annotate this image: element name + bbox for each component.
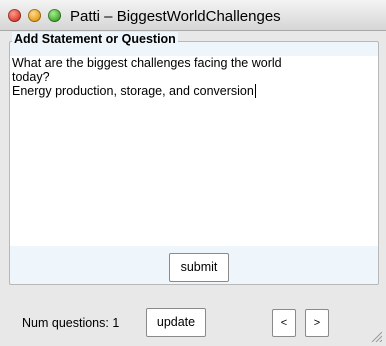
resize-grip-icon[interactable] — [370, 330, 382, 342]
text-caret — [254, 84, 256, 98]
next-button[interactable]: > — [305, 309, 329, 337]
textarea-line: today? — [12, 70, 50, 84]
statement-textarea[interactable]: What are the biggest challenges facing t… — [10, 56, 378, 246]
app-window: Patti – BiggestWorldChallenges Add State… — [0, 0, 386, 346]
window-title: Patti – BiggestWorldChallenges — [70, 8, 281, 25]
textarea-line-current: Energy production, storage, and conversi… — [12, 84, 376, 98]
update-button[interactable]: update — [146, 308, 206, 337]
textarea-line: What are the biggest challenges facing t… — [12, 56, 282, 70]
question-count-label: Num questions: 1 — [22, 316, 120, 330]
textarea-line-text: Energy production, storage, and conversi… — [12, 84, 254, 98]
title-bar[interactable]: Patti – BiggestWorldChallenges — [0, 0, 386, 31]
maximize-icon[interactable] — [48, 9, 61, 22]
minimize-icon[interactable] — [28, 9, 41, 22]
close-icon[interactable] — [8, 9, 21, 22]
previous-button[interactable]: < — [272, 309, 296, 337]
group-label: Add Statement or Question — [12, 32, 178, 46]
submit-button[interactable]: submit — [169, 253, 229, 282]
